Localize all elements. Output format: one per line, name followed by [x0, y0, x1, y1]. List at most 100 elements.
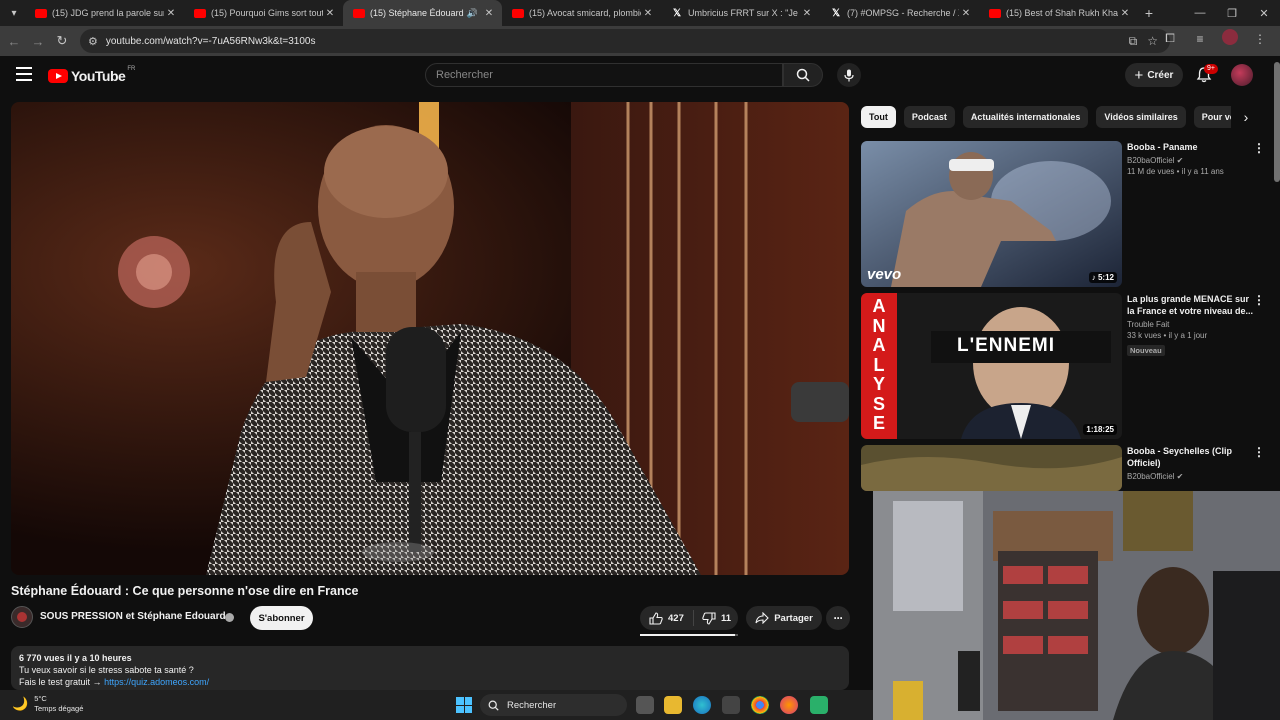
channel-name[interactable]: SOUS PRESSION et Stéphane Edouard: [40, 611, 226, 622]
media-control-icon[interactable]: ≡: [1188, 32, 1212, 46]
channel-avatar[interactable]: [11, 606, 33, 628]
tab-close-icon[interactable]: ✕: [800, 8, 814, 19]
description-box[interactable]: 6 770 vues il y a 10 heures Tu veux savo…: [11, 646, 849, 690]
like-ratio-bar: [640, 634, 738, 636]
more-actions-icon[interactable]: ···: [826, 606, 850, 630]
filter-chip[interactable]: Podcast: [903, 106, 955, 128]
minimize-icon[interactable]: —: [1184, 7, 1216, 19]
tab-search-icon[interactable]: ▾: [3, 2, 25, 24]
store-icon[interactable]: [722, 696, 740, 714]
share-button[interactable]: Partager: [746, 606, 822, 630]
close-window-icon[interactable]: ✕: [1248, 7, 1280, 20]
thumbs-down-icon: [702, 611, 716, 625]
browser-tab[interactable]: (15) Pourquoi Gims sort tout le ✕: [184, 0, 343, 26]
rec-title[interactable]: Booba - Paname: [1127, 141, 1255, 153]
description-link[interactable]: https://quiz.adomeos.com/: [104, 677, 209, 687]
tab-close-icon[interactable]: ✕: [1118, 8, 1132, 19]
tab-close-icon[interactable]: ✕: [164, 8, 178, 19]
search-button[interactable]: [783, 63, 823, 87]
search-input[interactable]: Rechercher: [425, 63, 783, 87]
firefox-icon[interactable]: [780, 696, 798, 714]
rec-thumbnail[interactable]: [861, 445, 1122, 491]
file-explorer-icon[interactable]: [664, 696, 682, 714]
tabs-container: (15) JDG prend la parole sur la ✕ (15) Pou…: [25, 0, 1138, 26]
recommendation-item[interactable]: Booba - Seychelles (Clip Officiel) B20ba…: [861, 445, 1271, 491]
moon-icon: 🌙: [12, 696, 29, 711]
browser-tab[interactable]: (15) Best of Shah Rukh Khan Re✕: [979, 0, 1138, 26]
description-line-2: Fais le test gratuit → https://quiz.adom…: [19, 677, 210, 687]
back-icon[interactable]: ←: [2, 34, 26, 49]
page-scrollbar[interactable]: [1274, 62, 1280, 182]
youtube-play-icon: [48, 69, 68, 83]
browser-tab[interactable]: 𝕏 (7) #OMPSG - Recherche / X ✕: [820, 0, 979, 26]
weather-widget[interactable]: 🌙 5°C Temps dégagé: [12, 694, 83, 714]
taskbar-search[interactable]: Rechercher: [480, 694, 627, 716]
filter-chip[interactable]: Vidéos similaires: [1096, 106, 1186, 128]
window-controls: — ❐ ✕: [1184, 0, 1280, 26]
create-label: Créer: [1147, 69, 1174, 81]
dislike-button[interactable]: 11: [694, 611, 731, 625]
forward-icon[interactable]: →: [26, 34, 50, 49]
reload-icon[interactable]: ↻: [50, 33, 74, 49]
new-tab-button[interactable]: +: [1138, 5, 1160, 21]
voice-search-button[interactable]: [837, 63, 861, 87]
webcam-image: [873, 491, 1280, 720]
create-button[interactable]: + Créer: [1125, 63, 1183, 87]
rec-thumbnail[interactable]: vevo ♪ 5:12: [861, 141, 1122, 287]
rec-channel[interactable]: B20baOfficiel ✔: [1127, 472, 1255, 481]
browser-tab[interactable]: (15) Stéphane Édouard : Ce🔊 ✕: [343, 0, 502, 26]
rec-duration: 1:18:25: [1083, 424, 1117, 435]
task-view-icon[interactable]: [636, 696, 654, 714]
account-avatar[interactable]: [1231, 64, 1253, 86]
youtube-logo[interactable]: YouTube FR: [48, 66, 135, 84]
recommendation-item[interactable]: ANALYSE L'ENNEMI 1:18:25 La plus grande …: [861, 293, 1271, 439]
tab-title: (15) JDG prend la parole sur la: [52, 8, 164, 18]
youtube-wordmark: YouTube: [71, 68, 126, 84]
hamburger-menu-icon[interactable]: [16, 67, 32, 81]
youtube-icon: [353, 8, 365, 18]
filter-chip[interactable]: Pour vous: [1193, 106, 1231, 128]
youtube-icon: [989, 8, 1001, 18]
profile-icon[interactable]: [1218, 29, 1242, 48]
tab-close-icon[interactable]: ✕: [482, 8, 496, 19]
rec-menu-icon[interactable]: ⋮: [1253, 293, 1265, 307]
rec-menu-icon[interactable]: ⋮: [1253, 141, 1265, 155]
edge-icon[interactable]: [693, 696, 711, 714]
tab-audio-icon[interactable]: 🔊: [467, 8, 478, 19]
bookmark-star-icon[interactable]: ☆: [1147, 34, 1158, 49]
browser-tab[interactable]: 𝕏 Umbricius FRRT sur X : "Je su ✕: [661, 0, 820, 26]
tab-close-icon[interactable]: ✕: [959, 8, 973, 19]
install-icon[interactable]: ⧉: [1129, 34, 1138, 49]
rec-stats: 33 k vues • il y a 1 jour: [1127, 331, 1208, 340]
browser-tab[interactable]: (15) Avocat smicard, plombier à✕: [502, 0, 661, 26]
rec-thumbnail[interactable]: ANALYSE L'ENNEMI 1:18:25: [861, 293, 1122, 439]
browser-tab[interactable]: (15) JDG prend la parole sur la ✕: [25, 0, 184, 26]
menu-dots-icon[interactable]: ⋮: [1248, 32, 1272, 46]
share-icon: [755, 612, 769, 624]
rec-channel[interactable]: B20baOfficiel ✔: [1127, 156, 1255, 165]
recommendation-item[interactable]: vevo ♪ 5:12 Booba - Paname B20baOfficiel…: [861, 141, 1271, 287]
like-button[interactable]: 427: [640, 610, 694, 626]
maximize-icon[interactable]: ❐: [1216, 7, 1248, 20]
rec-title[interactable]: Booba - Seychelles (Clip Officiel): [1127, 445, 1255, 469]
new-badge: Nouveau: [1127, 345, 1165, 356]
rec-thumbnail-image: [861, 445, 1122, 491]
rec-stats: 11 M de vues • il y a 11 ans: [1127, 167, 1224, 176]
rec-menu-icon[interactable]: ⋮: [1253, 445, 1265, 459]
video-player[interactable]: [11, 102, 849, 575]
tab-close-icon[interactable]: ✕: [323, 8, 337, 19]
site-info-icon[interactable]: ⚙: [88, 35, 98, 48]
verified-icon: [225, 613, 234, 622]
chevron-right-icon[interactable]: ›: [1236, 106, 1256, 128]
whatsapp-icon[interactable]: [810, 696, 828, 714]
chrome-icon[interactable]: [751, 696, 769, 714]
extensions-icon[interactable]: ⧠: [1158, 31, 1182, 46]
windows-start-icon[interactable]: [456, 697, 472, 713]
subscribe-button[interactable]: S'abonner: [250, 606, 313, 630]
filter-chip[interactable]: Actualités internationales: [962, 106, 1089, 128]
rec-channel[interactable]: Trouble Fait: [1127, 320, 1255, 329]
rec-title[interactable]: La plus grande MENACE sur la France et v…: [1127, 293, 1255, 317]
tab-close-icon[interactable]: ✕: [641, 8, 655, 19]
filter-chip[interactable]: Tout: [861, 106, 896, 128]
url-field[interactable]: ⚙ youtube.com/watch?v=-7uA56RNw3k&t=3100…: [80, 29, 1170, 53]
